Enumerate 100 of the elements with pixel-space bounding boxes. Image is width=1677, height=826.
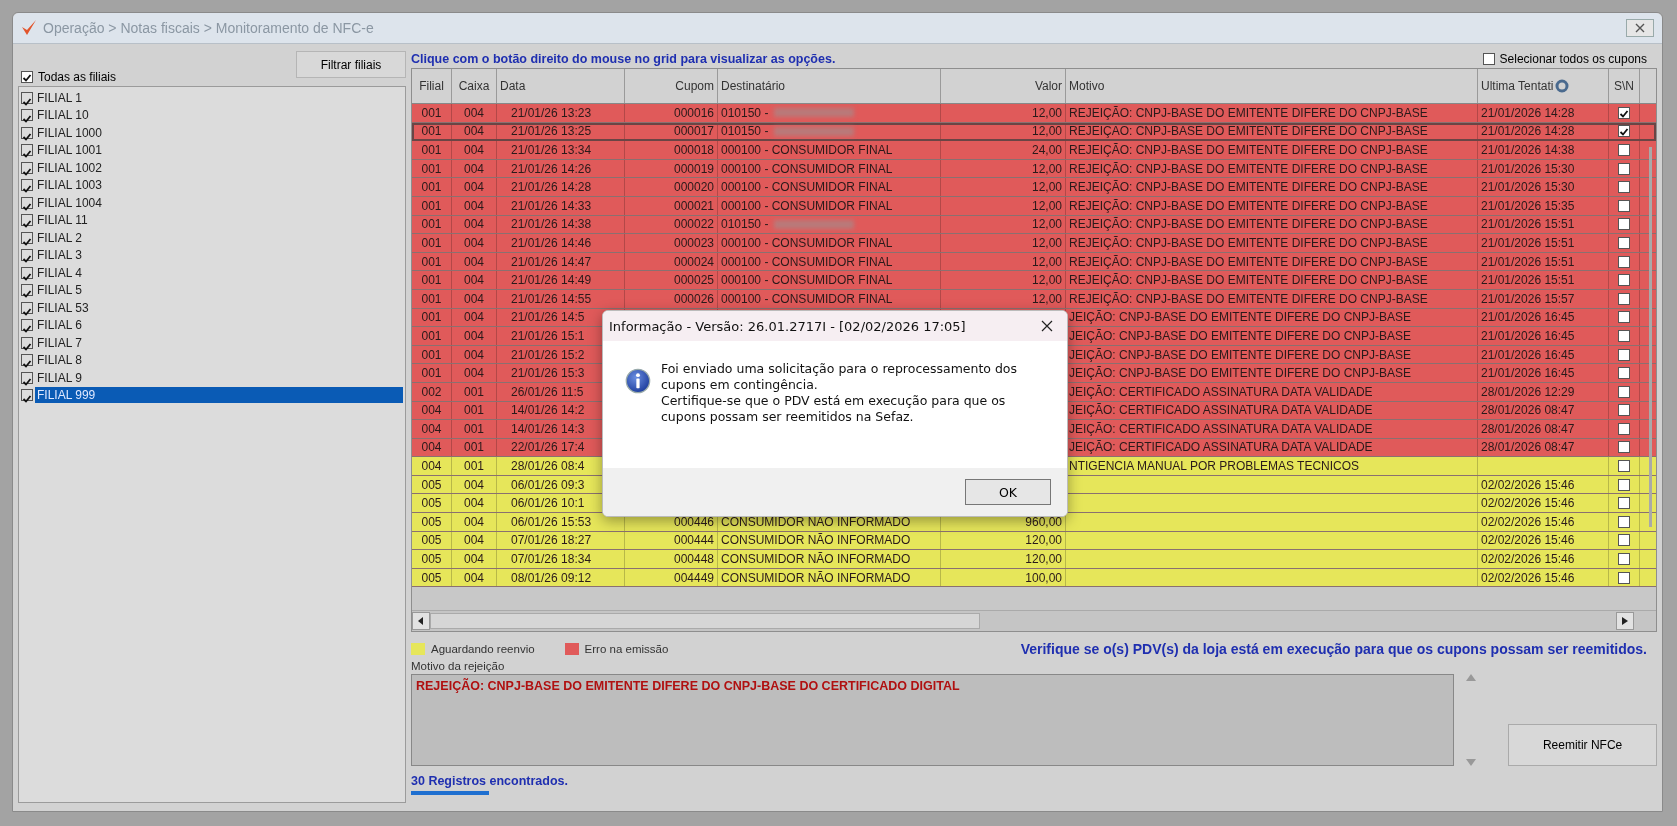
- table-cell: 004: [452, 513, 497, 531]
- table-cell: 12,00: [941, 178, 1066, 196]
- table-cell: 004: [452, 196, 497, 215]
- table-cell: 000100 - CONSUMIDOR FINAL: [718, 289, 941, 308]
- table-cell: 12,00: [941, 196, 1066, 215]
- table-cell: 21/01/26 14:47: [497, 252, 625, 271]
- table-cell: 010150 -: [721, 105, 769, 120]
- table-cell: 21/01/26 14:38: [497, 215, 625, 234]
- table-cell: 004: [452, 234, 497, 252]
- table-cell: 004: [452, 178, 497, 196]
- table-cell: 001: [412, 215, 452, 234]
- table-cell: 000100 - CONSUMIDOR FINAL: [718, 234, 941, 252]
- table-cell: 21/01/2026 16:45: [1478, 308, 1609, 327]
- table-cell: 004: [452, 159, 497, 178]
- table-cell: 000100 - CONSUMIDOR FINAL: [718, 271, 941, 289]
- table-cell: 12,00: [941, 271, 1066, 289]
- table-cell: 28/01/2026 08:47: [1478, 420, 1609, 438]
- table-cell: 21/01/2026 14:28: [1478, 104, 1609, 122]
- table-cell: 001: [412, 345, 452, 364]
- table-cell: 001: [452, 401, 497, 420]
- table-cell: 004: [452, 531, 497, 550]
- hint-text: Clique com o botão direito do mouse no grid para visualizar as opções.: [411, 52, 836, 66]
- table-cell: 004: [452, 327, 497, 345]
- table-cell: 002: [412, 382, 452, 401]
- table-cell: 001: [412, 271, 452, 289]
- table-cell: REJEIÇÃO: CNPJ-BASE DO EMITENTE DIFERE DO CNPJ-BASE: [1066, 159, 1478, 178]
- table-cell: 000016: [625, 104, 718, 122]
- table-cell: 21/01/26 14:33: [497, 196, 625, 215]
- table-cell: 07/01/26 18:27: [497, 531, 625, 550]
- table-cell: 12,00: [941, 252, 1066, 271]
- table-cell: 005: [412, 475, 452, 494]
- table-cell: 004: [452, 550, 497, 568]
- table-cell: 02/02/2026 15:46: [1478, 513, 1609, 531]
- table-cell: 12,00: [941, 122, 1066, 141]
- table-cell: 21/01/26 14:28: [497, 178, 625, 196]
- table-cell: 02/02/2026 15:46: [1478, 550, 1609, 568]
- table-cell: 000026: [625, 289, 718, 308]
- table-cell: 004: [412, 438, 452, 457]
- table-cell: 21/01/2026 15:51: [1478, 234, 1609, 252]
- table-cell: 100,00: [941, 568, 1066, 587]
- table-cell: 000022: [625, 215, 718, 234]
- table-cell: 004: [452, 289, 497, 308]
- table-cell: 000100 - CONSUMIDOR FINAL: [718, 141, 941, 159]
- table-cell: 28/01/2026 08:47: [1478, 438, 1609, 457]
- table-cell: 000100 - CONSUMIDOR FINAL: [718, 196, 941, 215]
- table-cell: 08/01/26 09:12: [497, 568, 625, 587]
- table-cell: 005: [412, 568, 452, 587]
- table-cell: 21/01/2026 15:35: [1478, 196, 1609, 215]
- table-cell: 000023: [625, 234, 718, 252]
- legend-label: Aguardando reenvio: [431, 643, 535, 655]
- table-cell: 000018: [625, 141, 718, 159]
- table-cell: 120,00: [941, 531, 1066, 550]
- table-cell: 010150 -: [721, 124, 769, 139]
- table-cell: REJEIÇÃO: CNPJ-BASE DO EMITENTE DIFERE DO CNPJ-BASE: [1066, 104, 1478, 122]
- table-cell: 001: [412, 141, 452, 159]
- table-cell: 21/01/26 14:26: [497, 159, 625, 178]
- table-cell: CONSUMIDOR NÃO INFORMADO: [718, 568, 941, 587]
- dialog-message: Foi enviado uma solicitação para o reprocessamento dos cupons em contingência.: [660, 361, 1019, 393]
- table-cell: 000448: [625, 550, 718, 568]
- table-cell: 000024: [625, 252, 718, 271]
- table-cell: 21/01/2026 15:57: [1478, 289, 1609, 308]
- table-cell: 000100 - CONSUMIDOR FINAL: [718, 178, 941, 196]
- table-cell: 21/01/2026 15:51: [1478, 215, 1609, 234]
- window-title: Operação > Notas fiscais > Monitoramento de NFC-e: [43, 20, 374, 36]
- notice-text: Verifique se o(s) PDV(s) da loja está em execução para que os cupons possam ser reemitidos.: [1020, 641, 1648, 657]
- checkbox-label: Todas as filiais: [38, 70, 117, 84]
- table-cell: 004: [452, 252, 497, 271]
- table-cell: 000444: [625, 531, 718, 550]
- table-cell: 004: [452, 364, 497, 382]
- table-cell: 004: [452, 271, 497, 289]
- table-cell: 001: [452, 382, 497, 401]
- table-cell: 21/01/2026 15:30: [1478, 159, 1609, 178]
- table-cell: 07/01/26 18:34: [497, 550, 625, 568]
- table-cell: 001: [452, 438, 497, 457]
- table-cell: 005: [412, 550, 452, 568]
- table-cell: 28/01/2026 12:29: [1478, 382, 1609, 401]
- table-cell: 005: [412, 494, 452, 513]
- table-cell: 12,00: [941, 159, 1066, 178]
- table-cell: 12,00: [941, 215, 1066, 234]
- table-cell: REJEIÇÃO: CNPJ-BASE DO EMITENTE DIFERE DO CNPJ-BASE: [1066, 196, 1478, 215]
- table-cell: REJEIÇÃO: CNPJ-BASE DO EMITENTE DIFERE DO CNPJ-BASE: [1066, 271, 1478, 289]
- table-cell: 004: [452, 475, 497, 494]
- table-cell: 001: [412, 122, 452, 141]
- table-cell: 001: [412, 104, 452, 122]
- table-cell: 001: [452, 420, 497, 438]
- table-cell: 000020: [625, 178, 718, 196]
- table-cell: 21/01/2026 15:51: [1478, 252, 1609, 271]
- table-cell: 21/01/2026 14:38: [1478, 141, 1609, 159]
- table-cell: 02/02/2026 15:46: [1478, 568, 1609, 587]
- checkbox-label: Selecionar todos os cupons: [1499, 52, 1647, 66]
- table-cell: 21/01/26 14:55: [497, 289, 625, 308]
- table-cell: 001: [412, 159, 452, 178]
- table-cell: REJEIÇÃO: CNPJ-BASE DO EMITENTE DIFERE DO CNPJ-BASE: [1066, 178, 1478, 196]
- table-cell: CONSUMIDOR NÃO INFORMADO: [718, 550, 941, 568]
- table-cell: REJEIÇÃO: CNPJ-BASE DO EMITENTE DIFERE DO CNPJ-BASE: [1066, 141, 1478, 159]
- table-cell: REJEIÇÃO: CNPJ-BASE DO EMITENTE DIFERE DO CNPJ-BASE: [1066, 215, 1478, 234]
- table-cell: 000100 - CONSUMIDOR FINAL: [718, 252, 941, 271]
- table-cell: 000017: [625, 122, 718, 141]
- table-cell: REJEIÇÃO: CNPJ-BASE DO EMITENTE DIFERE DO CNPJ-BASE: [1066, 122, 1478, 141]
- field-label: Motivo da rejeição: [411, 660, 506, 674]
